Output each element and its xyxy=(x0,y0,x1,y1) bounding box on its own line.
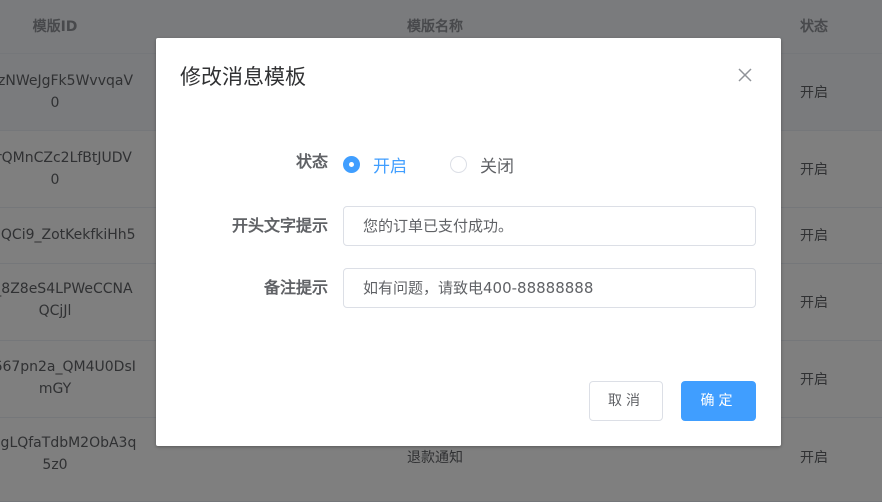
dialog-title: 修改消息模板 xyxy=(180,65,306,89)
header-text-label: 开头文字提示 xyxy=(231,216,328,235)
header-text-input[interactable]: 您的订单已支付成功。 xyxy=(343,206,756,246)
status-label: 状态 xyxy=(295,152,328,171)
confirm-button[interactable]: 确定 xyxy=(681,381,756,421)
edit-template-dialog: 修改消息模板 状态 开启 关闭 开头文字提示 您的订单已支付成功。 备注提示 如… xyxy=(156,38,781,446)
radio-checked-icon xyxy=(343,156,360,173)
cancel-button[interactable]: 取消 xyxy=(589,381,663,421)
close-icon[interactable] xyxy=(736,66,754,84)
radio-unchecked-icon xyxy=(450,156,467,173)
radio-label-open: 开启 xyxy=(373,157,407,177)
status-radio-open[interactable]: 开启 xyxy=(343,152,407,177)
radio-label-close: 关闭 xyxy=(480,157,514,177)
remark-label: 备注提示 xyxy=(263,278,328,297)
status-radio-close[interactable]: 关闭 xyxy=(450,152,514,177)
remark-input[interactable]: 如有问题，请致电400-88888888 xyxy=(343,268,756,308)
